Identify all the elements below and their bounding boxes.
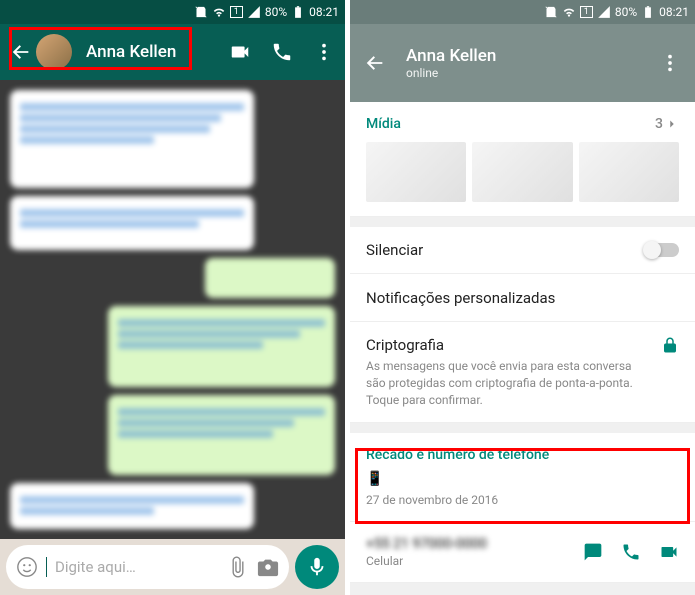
media-count: 3	[655, 116, 663, 132]
battery-icon	[641, 5, 655, 19]
crypto-title: Criptografia	[366, 336, 651, 354]
status-bar: 1 80% 08:21	[350, 0, 695, 24]
emoji-icon[interactable]	[16, 556, 38, 578]
message-out[interactable]	[108, 306, 336, 386]
back-button[interactable]	[10, 34, 72, 70]
custom-notifications-row[interactable]: Notificações personalizadas	[350, 274, 695, 322]
battery-icon	[291, 5, 305, 19]
sim-indicator: 1	[580, 6, 593, 18]
encryption-row[interactable]: Criptografia As mensagens que você envia…	[350, 322, 695, 423]
signal-icon	[247, 5, 261, 19]
attach-icon[interactable]	[227, 556, 249, 578]
contact-info-screen: 1 80% 08:21 Anna Kellen online Mídia 3 S…	[350, 0, 695, 595]
signal-icon	[597, 5, 611, 19]
media-thumb[interactable]	[366, 142, 466, 202]
input-placeholder: Digite aqui…	[55, 558, 219, 576]
message-out[interactable]	[108, 395, 336, 475]
avatar	[36, 34, 72, 70]
mute-label: Silenciar	[366, 241, 423, 259]
input-bar: Digite aqui…	[0, 539, 345, 595]
phone-number: +55 21 97000-0000	[366, 536, 487, 552]
status-emoji: 📱	[366, 471, 679, 487]
clock: 08:21	[659, 5, 689, 19]
arrow-left-icon	[10, 41, 32, 63]
battery-percent: 80%	[265, 5, 287, 19]
phone-number-row[interactable]: +55 21 97000-0000 Celular	[350, 522, 695, 583]
custom-notif-label: Notificações personalizadas	[366, 289, 555, 307]
chat-screen: 1 80% 08:21 Anna Kellen Digite aqui…	[0, 0, 345, 595]
mute-toggle[interactable]	[645, 243, 679, 257]
media-label: Mídia	[366, 116, 401, 132]
status-date: 27 de novembro de 2016	[366, 493, 679, 507]
no-sim-icon	[544, 5, 558, 19]
contact-name: Anna Kellen	[406, 46, 639, 66]
back-button[interactable]	[364, 52, 386, 74]
crypto-desc: As mensagens que você envia para esta co…	[366, 358, 651, 408]
message-out[interactable]	[205, 258, 335, 298]
no-sim-icon	[194, 5, 208, 19]
call-icon[interactable]	[621, 542, 641, 562]
wifi-icon	[562, 5, 576, 19]
mute-row[interactable]: Silenciar	[350, 227, 695, 274]
contact-name[interactable]: Anna Kellen	[86, 42, 215, 62]
lock-icon	[661, 336, 679, 358]
contact-status: online	[406, 66, 639, 80]
status-bar: 1 80% 08:21	[0, 0, 345, 24]
message-input[interactable]: Digite aqui…	[6, 545, 289, 589]
chat-header: Anna Kellen	[0, 24, 345, 80]
video-call-icon[interactable]	[229, 41, 251, 63]
status-section-title: Recado e número de telefone	[366, 447, 679, 463]
media-thumb[interactable]	[472, 142, 572, 202]
status-phone-section[interactable]: Recado e número de telefone 📱 27 de nove…	[350, 433, 695, 522]
media-section[interactable]: Mídia 3	[350, 102, 695, 217]
more-icon[interactable]	[313, 41, 335, 63]
info-header: Anna Kellen online	[350, 24, 695, 102]
message-in[interactable]	[10, 196, 254, 251]
sim-indicator: 1	[230, 6, 243, 18]
mic-icon	[306, 556, 328, 578]
clock: 08:21	[309, 5, 339, 19]
voice-call-icon[interactable]	[271, 41, 293, 63]
camera-icon[interactable]	[257, 556, 279, 578]
chevron-right-icon	[665, 117, 679, 131]
text-cursor	[46, 557, 47, 577]
message-icon[interactable]	[583, 542, 603, 562]
more-icon[interactable]	[659, 52, 681, 74]
battery-percent: 80%	[615, 5, 637, 19]
message-in[interactable]	[10, 90, 254, 188]
chat-body[interactable]	[0, 80, 345, 539]
message-in[interactable]	[10, 483, 254, 529]
mic-button[interactable]	[295, 545, 339, 589]
video-icon[interactable]	[659, 542, 679, 562]
media-thumb[interactable]	[579, 142, 679, 202]
phone-type: Celular	[366, 554, 487, 568]
media-thumbnails[interactable]	[366, 142, 679, 202]
wifi-icon	[212, 5, 226, 19]
